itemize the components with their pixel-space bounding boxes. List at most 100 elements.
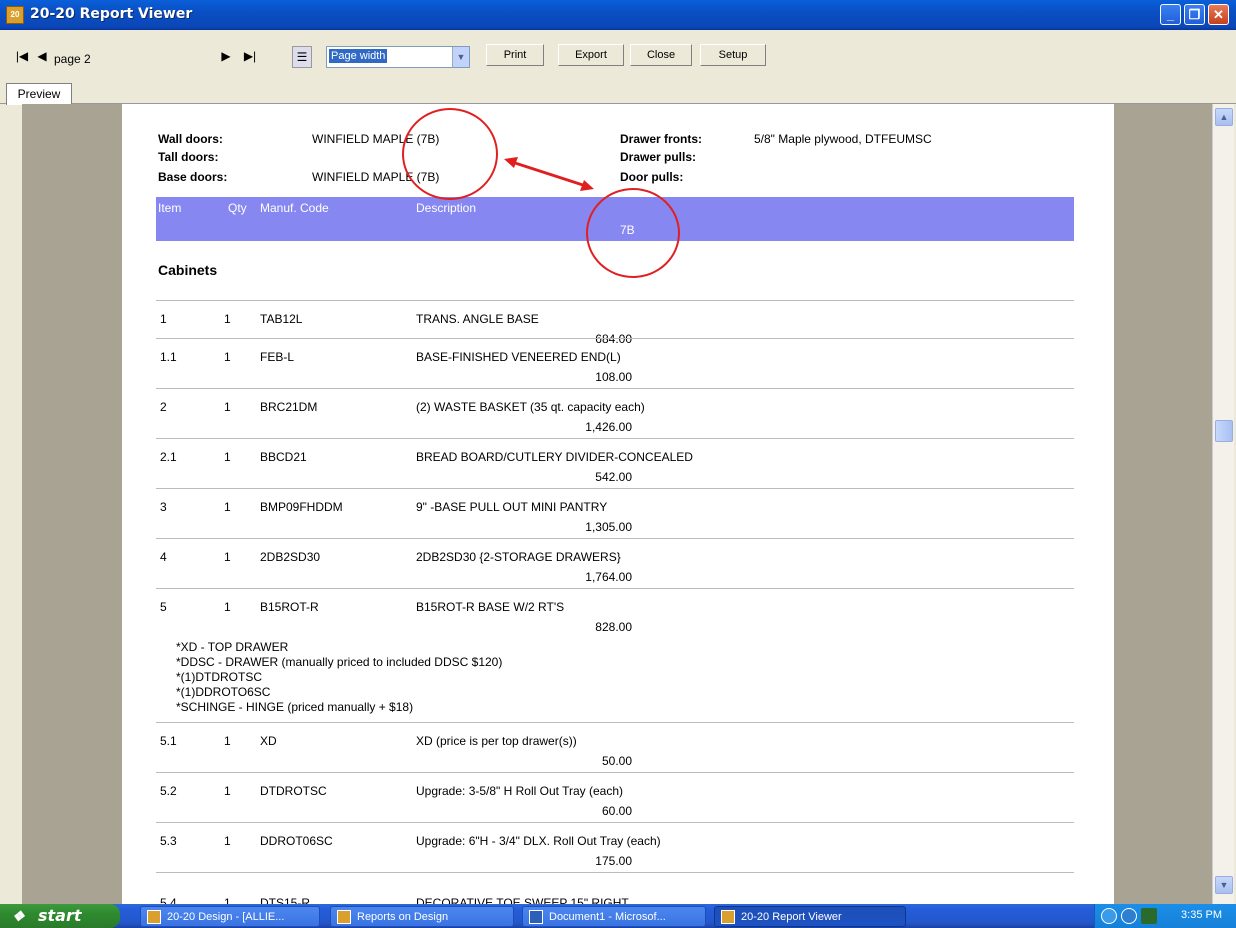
- close-window-button[interactable]: ✕: [1208, 4, 1229, 25]
- cell-item: 5.4: [160, 896, 177, 904]
- cell-item: 2.1: [160, 450, 177, 464]
- windows-flag-icon: ❖: [12, 908, 25, 924]
- chevron-down-icon[interactable]: ▼: [452, 47, 469, 67]
- restore-button[interactable]: ❐: [1184, 4, 1205, 25]
- cell-code: TAB12L: [260, 312, 303, 326]
- cell-price: 1,426.00: [585, 420, 632, 434]
- cell-price: 60.00: [601, 804, 632, 818]
- cell-price: 50.00: [601, 754, 632, 768]
- cell-item: 5: [160, 600, 167, 614]
- app-icon: [337, 910, 351, 924]
- cell-code: BMP09FHDDM: [260, 500, 343, 514]
- cell-code: XD: [260, 734, 277, 748]
- annotation-circle: [586, 188, 680, 278]
- cell-qty: 1: [224, 834, 231, 848]
- row-divider: [156, 772, 1074, 773]
- row-divider: [156, 722, 1074, 723]
- cell-qty: 1: [224, 600, 231, 614]
- cell-item: 2: [160, 400, 167, 414]
- cell-qty: 1: [224, 312, 231, 326]
- cell-price: 1,764.00: [585, 570, 632, 584]
- title-bar: 20 20-20 Report Viewer _ ❐ ✕: [0, 0, 1236, 30]
- taskbar: ❖ start 20-20 Design - [ALLIE... Reports…: [0, 904, 1236, 928]
- base-doors-label: Base doors:: [158, 170, 228, 184]
- minimize-button[interactable]: _: [1160, 4, 1181, 25]
- cell-qty: 1: [224, 350, 231, 364]
- cell-item: 1.1: [160, 350, 177, 364]
- app-icon: 20: [6, 6, 24, 24]
- taskbar-item[interactable]: Reports on Design: [330, 906, 514, 927]
- cell-code: DTS15-R: [260, 896, 311, 904]
- cell-code: DTDROTSC: [260, 784, 327, 798]
- app-icon: [147, 910, 161, 924]
- cell-desc: Upgrade: 6"H - 3/4" DLX. Roll Out Tray (…: [416, 834, 661, 848]
- network-icon[interactable]: [1121, 908, 1137, 924]
- prev-page-icon[interactable]: ◀: [32, 46, 52, 68]
- cell-qty: 1: [224, 450, 231, 464]
- page-layout-icon[interactable]: ☰: [292, 46, 312, 68]
- chevron-left-icon[interactable]: [1101, 908, 1117, 924]
- tab-preview[interactable]: Preview: [6, 83, 72, 105]
- annotation-arrow: [504, 157, 594, 191]
- scroll-down-icon[interactable]: ▼: [1215, 876, 1233, 894]
- cell-qty: 1: [224, 500, 231, 514]
- annotation-circle: [402, 108, 498, 200]
- taskbar-item[interactable]: 20-20 Design - [ALLIE...: [140, 906, 320, 927]
- note-line: *XD - TOP DRAWER: [176, 640, 289, 654]
- cell-code: FEB-L: [260, 350, 295, 364]
- cell-price: 542.00: [595, 470, 632, 484]
- cell-item: 5.2: [160, 784, 177, 798]
- cell-code: BRC21DM: [260, 400, 318, 414]
- col-description: Description: [416, 201, 477, 215]
- scroll-up-icon[interactable]: ▲: [1215, 108, 1233, 126]
- row-divider: [156, 338, 1074, 339]
- cell-item: 1: [160, 312, 167, 326]
- first-page-icon[interactable]: |◀: [12, 46, 32, 68]
- export-button[interactable]: Export: [558, 44, 624, 66]
- taskbar-item[interactable]: Document1 - Microsof...: [522, 906, 706, 927]
- drawer-fronts-label: Drawer fronts:: [620, 132, 703, 146]
- row-divider: [156, 388, 1074, 389]
- tab-strip: Preview: [0, 82, 1236, 105]
- cell-desc: B15ROT-R BASE W/2 RT'S: [416, 600, 565, 614]
- taskbar-item-active[interactable]: 20-20 Report Viewer: [714, 906, 906, 927]
- note-line: *(1)DDROTO6SC: [176, 685, 271, 699]
- setup-button[interactable]: Setup: [700, 44, 766, 66]
- cell-qty: 1: [224, 734, 231, 748]
- col-code: Manuf. Code: [260, 201, 329, 215]
- report-page: Wall doors: WINFIELD MAPLE (7B) Tall doo…: [122, 104, 1114, 904]
- print-button[interactable]: Print: [486, 44, 544, 66]
- cell-price: 684.00: [595, 332, 632, 346]
- cell-qty: 1: [224, 784, 231, 798]
- door-pulls-label: Door pulls:: [620, 170, 684, 184]
- note-line: *SCHINGE - HINGE (priced manually + $18): [176, 700, 414, 714]
- cell-code: DDROT06SC: [260, 834, 333, 848]
- cell-price: 108.00: [595, 370, 632, 384]
- cell-desc: DECORATIVE TOE SWEEP 15" RIGHT: [416, 896, 629, 904]
- row-divider: [156, 538, 1074, 539]
- row-divider: [156, 872, 1074, 873]
- word-icon: [529, 910, 543, 924]
- row-divider: [156, 822, 1074, 823]
- cell-desc: TRANS. ANGLE BASE: [416, 312, 539, 326]
- col-qty: Qty: [228, 201, 247, 215]
- start-button[interactable]: ❖ start: [0, 904, 120, 928]
- report-viewer: Wall doors: WINFIELD MAPLE (7B) Tall doo…: [22, 104, 1212, 904]
- row-divider: [156, 488, 1074, 489]
- cell-qty: 1: [224, 550, 231, 564]
- last-page-icon[interactable]: ▶|: [240, 46, 260, 68]
- row-divider: [156, 300, 1074, 301]
- wall-doors-label: Wall doors:: [158, 132, 223, 146]
- tray-app-icon[interactable]: [1141, 908, 1157, 924]
- cell-desc: XD (price is per top drawer(s)): [416, 734, 577, 748]
- zoom-select[interactable]: Page width ▼: [326, 46, 470, 68]
- vertical-scrollbar[interactable]: ▲ ▼: [1212, 104, 1234, 904]
- cell-item: 3: [160, 500, 167, 514]
- scroll-thumb[interactable]: [1215, 420, 1233, 442]
- close-button[interactable]: Close: [630, 44, 692, 66]
- cell-price: 1,305.00: [585, 520, 632, 534]
- next-page-icon[interactable]: ▶: [216, 46, 236, 68]
- zoom-value: Page width: [329, 49, 388, 63]
- clock: 3:35 PM: [1181, 909, 1222, 921]
- row-divider: [156, 588, 1074, 589]
